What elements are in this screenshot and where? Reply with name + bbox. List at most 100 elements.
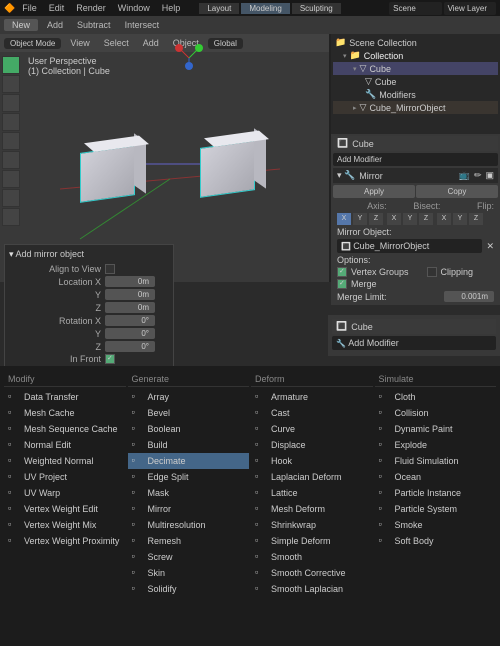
mod-decimate[interactable]: ▫Decimate	[128, 453, 250, 469]
menu-help[interactable]: Help	[157, 2, 186, 14]
mod-icon-cage[interactable]: ▣	[485, 170, 494, 181]
mod-weighted-normal[interactable]: ▫Weighted Normal	[4, 453, 126, 469]
axis-z[interactable]: Z	[369, 213, 383, 225]
nav-gizmo[interactable]	[169, 38, 209, 78]
merge-limit-field[interactable]: 0.001m	[444, 291, 494, 302]
mod-vertex-weight-proximity[interactable]: ▫Vertex Weight Proximity	[4, 533, 126, 549]
vp-menu-select[interactable]: Select	[99, 37, 134, 49]
tool-measure[interactable]	[2, 189, 20, 207]
mod-simple-deform[interactable]: ▫Simple Deform	[251, 533, 373, 549]
mod-uv-project[interactable]: ▫UV Project	[4, 469, 126, 485]
tool-addcube[interactable]	[2, 208, 20, 226]
mod-vertex-weight-edit[interactable]: ▫Vertex Weight Edit	[4, 501, 126, 517]
clear-icon[interactable]: ✕	[486, 241, 494, 252]
mod-explode[interactable]: ▫Explode	[375, 437, 497, 453]
mod-laplacian-deform[interactable]: ▫Laplacian Deform	[251, 469, 373, 485]
merge-check[interactable]	[337, 279, 347, 289]
mod-hook[interactable]: ▫Hook	[251, 453, 373, 469]
vgroups-check[interactable]	[337, 267, 347, 277]
copy-button[interactable]: Copy	[416, 185, 498, 198]
vp-menu-view[interactable]: View	[65, 37, 94, 49]
loc-y[interactable]: 0m	[105, 289, 155, 300]
rot-y[interactable]: 0°	[105, 328, 155, 339]
axis-y[interactable]: Y	[353, 213, 367, 225]
mod-multiresolution[interactable]: ▫Multiresolution	[128, 517, 250, 533]
mod-smoke[interactable]: ▫Smoke	[375, 517, 497, 533]
mod-boolean[interactable]: ▫Boolean	[128, 421, 250, 437]
mirror-object-field[interactable]: 🔳 Cube_MirrorObject	[337, 239, 482, 253]
bisect-z[interactable]: Z	[419, 213, 433, 225]
mod-smooth-corrective[interactable]: ▫Smooth Corrective	[251, 565, 373, 581]
loc-z[interactable]: 0m	[105, 302, 155, 313]
mod-solidify[interactable]: ▫Solidify	[128, 581, 250, 597]
bool-subtract[interactable]: Subtract	[72, 19, 116, 31]
mod-smooth-laplacian[interactable]: ▫Smooth Laplacian	[251, 581, 373, 597]
mod-collision[interactable]: ▫Collision	[375, 405, 497, 421]
menu-render[interactable]: Render	[71, 2, 111, 14]
mod-bevel[interactable]: ▫Bevel	[128, 405, 250, 421]
outliner-modifiers[interactable]: 🔧 Modifiers	[333, 88, 498, 101]
mod-particle-system[interactable]: ▫Particle System	[375, 501, 497, 517]
mod-mirror[interactable]: ▫Mirror	[128, 501, 250, 517]
flip-y[interactable]: Y	[453, 213, 467, 225]
scene-field[interactable]: Scene	[389, 2, 441, 15]
mod-remesh[interactable]: ▫Remesh	[128, 533, 250, 549]
mod-screw[interactable]: ▫Screw	[128, 549, 250, 565]
mod-fluid-simulation[interactable]: ▫Fluid Simulation	[375, 453, 497, 469]
outliner[interactable]: 📁 Scene Collection ▾📁 Collection ▾▽ Cube…	[331, 34, 500, 134]
align-view-check[interactable]	[105, 264, 115, 274]
workspace-sculpting[interactable]: Sculpting	[292, 3, 341, 14]
mod-build[interactable]: ▫Build	[128, 437, 250, 453]
mod-shrinkwrap[interactable]: ▫Shrinkwrap	[251, 517, 373, 533]
mod-array[interactable]: ▫Array	[128, 389, 250, 405]
mode-dropdown[interactable]: Object Mode	[4, 38, 61, 49]
mod-displace[interactable]: ▫Displace	[251, 437, 373, 453]
workspace-layout[interactable]: Layout	[199, 3, 239, 14]
mod-vertex-weight-mix[interactable]: ▫Vertex Weight Mix	[4, 517, 126, 533]
cube-add-modifier[interactable]: 🔧 Add Modifier	[332, 336, 496, 350]
outliner-cube-mesh[interactable]: ▽ Cube	[333, 75, 498, 88]
mod-ocean[interactable]: ▫Ocean	[375, 469, 497, 485]
outliner-collection[interactable]: ▾📁 Collection	[333, 49, 498, 62]
add-modifier-dropdown[interactable]: Add Modifier	[333, 153, 498, 166]
mod-cloth[interactable]: ▫Cloth	[375, 389, 497, 405]
viewport-3d[interactable]: Object Mode View Select Add Object Globa…	[0, 34, 330, 282]
loc-x[interactable]: 0m	[105, 276, 155, 287]
workspace-modeling[interactable]: Modeling	[241, 3, 289, 14]
mod-mesh-sequence-cache[interactable]: ▫Mesh Sequence Cache	[4, 421, 126, 437]
rot-z[interactable]: 0°	[105, 341, 155, 352]
orientation-dropdown[interactable]: Global	[208, 38, 243, 49]
axis-x[interactable]: X	[337, 213, 351, 225]
tool-annotate[interactable]	[2, 170, 20, 188]
modifier-header[interactable]: ▾ 🔧 Mirror 📺 ✏ ▣	[333, 168, 498, 183]
bisect-y[interactable]: Y	[403, 213, 417, 225]
mod-lattice[interactable]: ▫Lattice	[251, 485, 373, 501]
mod-uv-warp[interactable]: ▫UV Warp	[4, 485, 126, 501]
mod-edge-split[interactable]: ▫Edge Split	[128, 469, 250, 485]
cube-mirrored[interactable]	[200, 140, 255, 198]
tool-transform[interactable]	[2, 151, 20, 169]
mod-icon-realtime[interactable]: 📺	[459, 170, 470, 181]
rot-x[interactable]: 0°	[105, 315, 155, 326]
bool-intersect[interactable]: Intersect	[120, 19, 165, 31]
infront-check[interactable]	[105, 354, 115, 364]
tool-cursor[interactable]	[2, 75, 20, 93]
apply-button[interactable]: Apply	[333, 185, 415, 198]
mod-icon-edit[interactable]: ✏	[474, 170, 482, 181]
bisect-x[interactable]: X	[387, 213, 401, 225]
menu-file[interactable]: File	[17, 2, 42, 14]
menu-edit[interactable]: Edit	[44, 2, 70, 14]
mod-skin[interactable]: ▫Skin	[128, 565, 250, 581]
mod-mask[interactable]: ▫Mask	[128, 485, 250, 501]
mod-mesh-deform[interactable]: ▫Mesh Deform	[251, 501, 373, 517]
mod-normal-edit[interactable]: ▫Normal Edit	[4, 437, 126, 453]
tool-scale[interactable]	[2, 132, 20, 150]
flip-x[interactable]: X	[437, 213, 451, 225]
mod-data-transfer[interactable]: ▫Data Transfer	[4, 389, 126, 405]
viewlayer-field[interactable]: View Layer	[444, 2, 496, 15]
mod-smooth[interactable]: ▫Smooth	[251, 549, 373, 565]
new-button[interactable]: New	[4, 19, 38, 31]
mod-particle-instance[interactable]: ▫Particle Instance	[375, 485, 497, 501]
mod-mesh-cache[interactable]: ▫Mesh Cache	[4, 405, 126, 421]
mod-curve[interactable]: ▫Curve	[251, 421, 373, 437]
